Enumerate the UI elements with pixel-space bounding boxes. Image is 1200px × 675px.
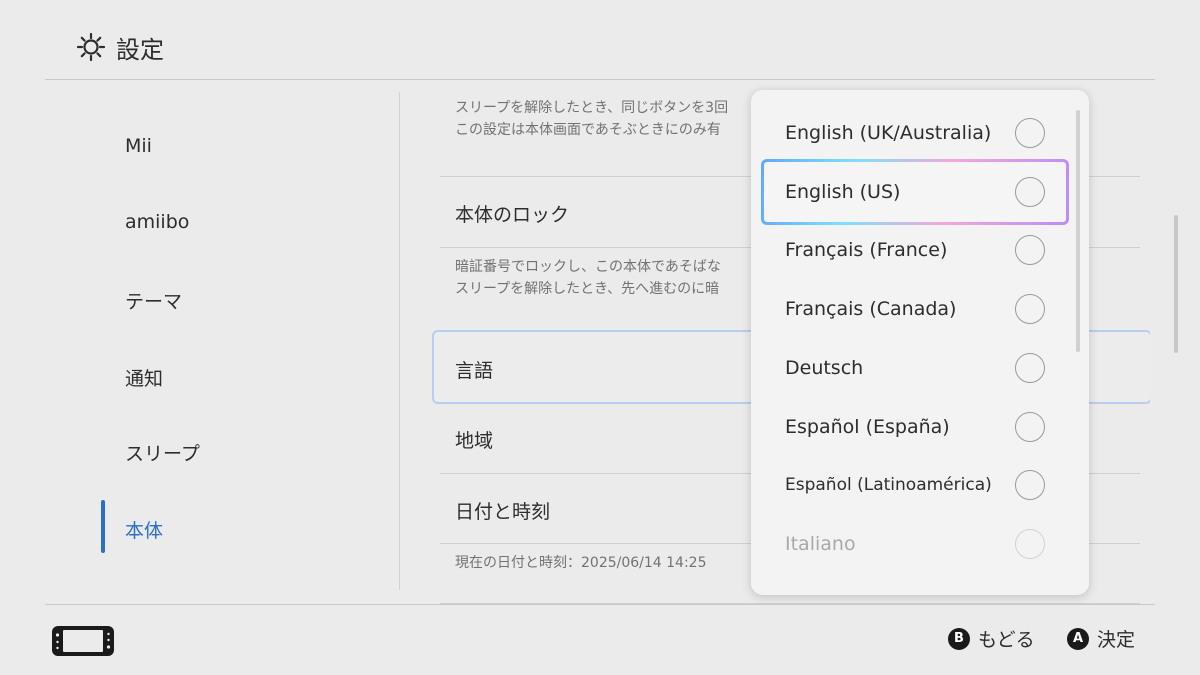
active-indicator: [101, 500, 105, 553]
row-language[interactable]: 言語: [455, 356, 493, 383]
sidebar-item-mii[interactable]: Mii: [125, 135, 152, 157]
page-title: 設定: [116, 36, 164, 64]
option-label: English (UK/Australia): [785, 122, 992, 144]
sidebar-item-notifications[interactable]: 通知: [125, 364, 163, 391]
content-scrollbar[interactable]: [1174, 215, 1178, 353]
footer: B もどる A 決定: [0, 605, 1200, 675]
option-label: Français (France): [785, 239, 948, 261]
sidebar-item-sleep[interactable]: スリープ: [125, 439, 200, 466]
option-label: Français (Canada): [785, 298, 957, 320]
row-console-lock[interactable]: 本体のロック: [455, 200, 569, 227]
radio-icon: [1015, 529, 1045, 559]
description-line: スリープを解除したとき、先へ進むのに暗: [455, 281, 720, 297]
sidebar-item-system[interactable]: 本体: [125, 516, 163, 543]
row-region[interactable]: 地域: [455, 426, 493, 453]
language-option[interactable]: Español (España): [761, 394, 1069, 460]
lock-description: 暗証番号でロックし、この本体であそばな スリープを解除したとき、先へ進むのに暗: [455, 256, 721, 300]
description-line: 暗証番号でロックし、この本体であそばな: [455, 259, 721, 275]
option-label: Español (Latinoamérica): [785, 475, 992, 495]
gear-icon: [76, 32, 106, 62]
option-label: Italiano: [785, 533, 856, 555]
option-label: Deutsch: [785, 357, 864, 379]
language-option[interactable]: Español (Latinoamérica): [761, 452, 1069, 518]
radio-icon: [1015, 235, 1045, 265]
language-popup: English (UK/Australia) English (US) Fran…: [751, 90, 1089, 595]
language-option[interactable]: Français (France): [761, 217, 1069, 283]
row-date-time[interactable]: 日付と時刻: [455, 497, 550, 524]
option-label: English (US): [785, 181, 901, 203]
radio-icon: [1015, 177, 1045, 207]
b-button-icon: B: [948, 627, 970, 650]
confirm-hint[interactable]: A 決定: [1067, 625, 1135, 652]
language-option[interactable]: Italiano: [761, 511, 1069, 577]
sleep-description: スリープを解除したとき、同じボタンを3回 この設定は本体画面であそぶときにのみ有: [455, 97, 728, 141]
header: 設定: [0, 0, 1200, 80]
radio-icon: [1015, 412, 1045, 442]
sidebar-item-amiibo[interactable]: amiibo: [125, 211, 189, 233]
radio-icon: [1015, 118, 1045, 148]
back-label: もどる: [978, 629, 1035, 651]
option-label: Español (España): [785, 416, 950, 438]
language-option-focused[interactable]: English (US): [761, 159, 1069, 225]
radio-icon: [1015, 470, 1045, 500]
language-option[interactable]: Français (Canada): [761, 276, 1069, 342]
language-option[interactable]: English (UK/Australia): [761, 100, 1069, 166]
a-button-icon: A: [1067, 627, 1089, 650]
sidebar-item-theme[interactable]: テーマ: [125, 287, 182, 314]
back-hint[interactable]: B もどる: [948, 625, 1035, 652]
description-line: この設定は本体画面であそぶときにのみ有: [455, 122, 721, 138]
popup-scrollbar[interactable]: [1076, 110, 1080, 352]
confirm-label: 決定: [1097, 629, 1136, 651]
language-option[interactable]: Deutsch: [761, 335, 1069, 401]
date-time-description: 現在の日付と時刻：2025/06/14 14:25: [455, 555, 707, 571]
console-icon: [52, 626, 114, 656]
description-line: スリープを解除したとき、同じボタンを3回: [455, 100, 729, 116]
sidebar: Mii amiibo テーマ 通知 スリープ 本体: [0, 80, 400, 604]
radio-icon: [1015, 353, 1045, 383]
radio-icon: [1015, 294, 1045, 324]
